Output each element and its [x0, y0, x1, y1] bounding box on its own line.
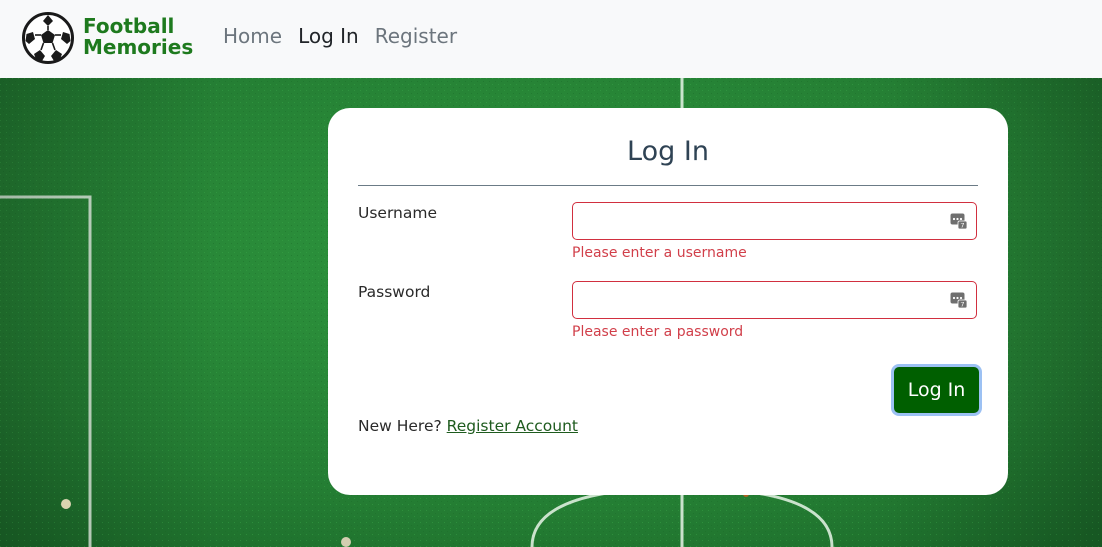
login-card: Log In Username 7 Please enter a usernam… [328, 108, 1008, 495]
svg-text:7: 7 [960, 222, 964, 230]
login-title: Log In [627, 136, 709, 167]
nav-link-register[interactable]: Register [375, 24, 457, 48]
register-account-link[interactable]: Register Account [447, 417, 578, 435]
nav-link-home[interactable]: Home [223, 24, 282, 48]
nav-links: Home Log In Register [223, 24, 473, 48]
brand-line-1: Football [83, 14, 175, 38]
brand-name[interactable]: Football Memories [83, 16, 193, 58]
username-label: Username [358, 204, 438, 222]
soccer-ball-icon[interactable] [22, 12, 74, 64]
password-manager-icon[interactable]: 7 [950, 213, 967, 229]
title-divider [358, 185, 978, 186]
brand-line-2: Memories [83, 35, 194, 59]
username-error: Please enter a username [572, 245, 747, 261]
password-error: Please enter a password [572, 324, 744, 340]
register-prompt-text: New Here? [358, 417, 442, 435]
password-label: Password [358, 283, 431, 301]
login-button[interactable]: Log In [894, 367, 979, 413]
register-prompt: New Here? Register Account [358, 417, 578, 435]
nav-link-login[interactable]: Log In [298, 24, 359, 48]
password-manager-icon[interactable]: 7 [950, 292, 967, 308]
top-navbar: Football Memories Home Log In Register [0, 0, 1102, 78]
password-input[interactable]: 7 [572, 281, 977, 319]
svg-text:7: 7 [960, 301, 964, 309]
username-input[interactable]: 7 [572, 202, 977, 240]
